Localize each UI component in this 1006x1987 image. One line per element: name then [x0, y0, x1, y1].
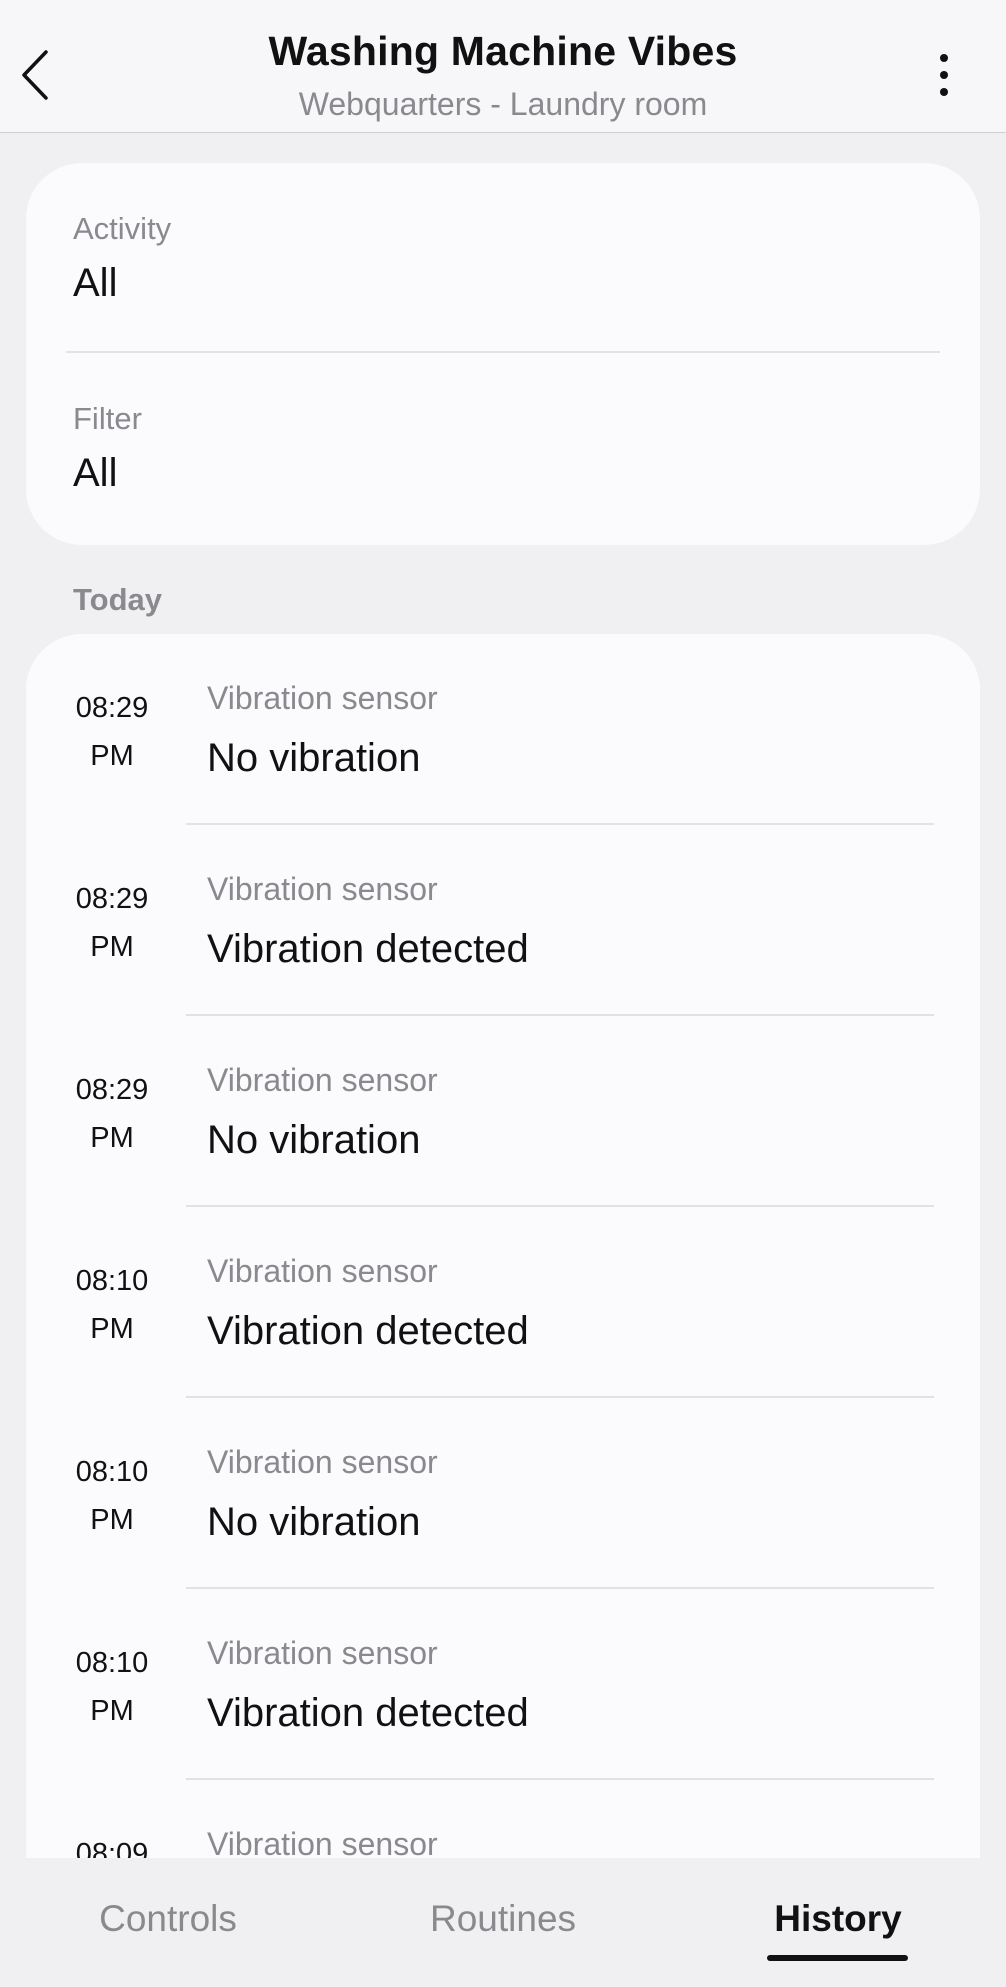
event-source: Vibration sensor [207, 1444, 438, 1480]
history-row[interactable]: 08:10 PM Vibration sensor No vibration [26, 1398, 980, 1589]
tab-history[interactable]: History [762, 1898, 914, 1940]
event-status: Vibration detected [207, 1691, 529, 1735]
event-time-hm: 08:29 [75, 692, 149, 724]
more-options-button[interactable] [922, 50, 966, 100]
more-vertical-icon [940, 88, 948, 96]
filter-value: All [73, 451, 118, 495]
history-row[interactable]: 08:10 PM Vibration sensor Vibration dete… [26, 1589, 980, 1780]
history-row[interactable]: 08:29 PM Vibration sensor No vibration [26, 634, 980, 825]
tab-controls[interactable]: Controls [80, 1898, 256, 1940]
event-status: No vibration [207, 1500, 421, 1544]
event-time-ampm: PM [90, 1504, 134, 1536]
filter-label: Filter [73, 401, 142, 436]
event-source: Vibration sensor [207, 1062, 438, 1098]
event-time: 08:10 PM [62, 1448, 162, 1544]
filter-card: Activity All Filter All [26, 163, 980, 545]
event-source: Vibration sensor [207, 680, 438, 716]
event-source: Vibration sensor [207, 1635, 438, 1671]
divider [66, 351, 940, 353]
activity-filter[interactable]: Activity All [73, 211, 938, 306]
activity-filter-label: Activity [73, 211, 172, 246]
more-vertical-icon [940, 71, 948, 79]
event-time-hm: 08:29 [75, 883, 149, 915]
event-source: Vibration sensor [207, 871, 438, 907]
page-subtitle: Webquarters - Laundry room [298, 86, 708, 122]
event-time-hm: 08:29 [75, 1074, 149, 1106]
section-label-today: Today [73, 582, 162, 617]
event-time-hm: 08:10 [75, 1265, 149, 1297]
activity-filter-value: All [73, 261, 118, 305]
history-row[interactable]: 08:10 PM Vibration sensor Vibration dete… [26, 1207, 980, 1398]
tab-routines[interactable]: Routines [410, 1898, 596, 1940]
event-time-ampm: PM [90, 1695, 134, 1727]
app-header: Washing Machine Vibes Webquarters - Laun… [0, 0, 1006, 133]
event-status: No vibration [207, 736, 421, 780]
event-status: Vibration detected [207, 927, 529, 971]
history-row[interactable]: 08:09 PM Vibration sensor [26, 1780, 980, 1864]
event-status: Vibration detected [207, 1309, 529, 1353]
event-status: No vibration [207, 1118, 421, 1162]
history-list: 08:29 PM Vibration sensor No vibration 0… [26, 634, 980, 1864]
event-time: 08:10 PM [62, 1639, 162, 1735]
event-time-ampm: PM [90, 1122, 134, 1154]
active-tab-indicator [767, 1955, 908, 1961]
event-time: 08:29 PM [62, 684, 162, 780]
event-time-hm: 08:10 [75, 1647, 149, 1679]
event-time-ampm: PM [90, 740, 134, 772]
event-time-ampm: PM [90, 1313, 134, 1345]
history-row[interactable]: 08:29 PM Vibration sensor Vibration dete… [26, 825, 980, 1016]
bottom-tab-bar: Controls Routines History [0, 1858, 1006, 1987]
event-time: 08:29 PM [62, 875, 162, 971]
filter-filter[interactable]: Filter All [73, 401, 938, 496]
more-vertical-icon [940, 54, 948, 62]
event-source: Vibration sensor [207, 1253, 438, 1289]
page-title: Washing Machine Vibes [268, 28, 738, 74]
event-time-ampm: PM [90, 931, 134, 963]
history-row[interactable]: 08:29 PM Vibration sensor No vibration [26, 1016, 980, 1207]
event-time: 08:29 PM [62, 1066, 162, 1162]
event-time: 08:10 PM [62, 1257, 162, 1353]
event-time-hm: 08:10 [75, 1456, 149, 1488]
